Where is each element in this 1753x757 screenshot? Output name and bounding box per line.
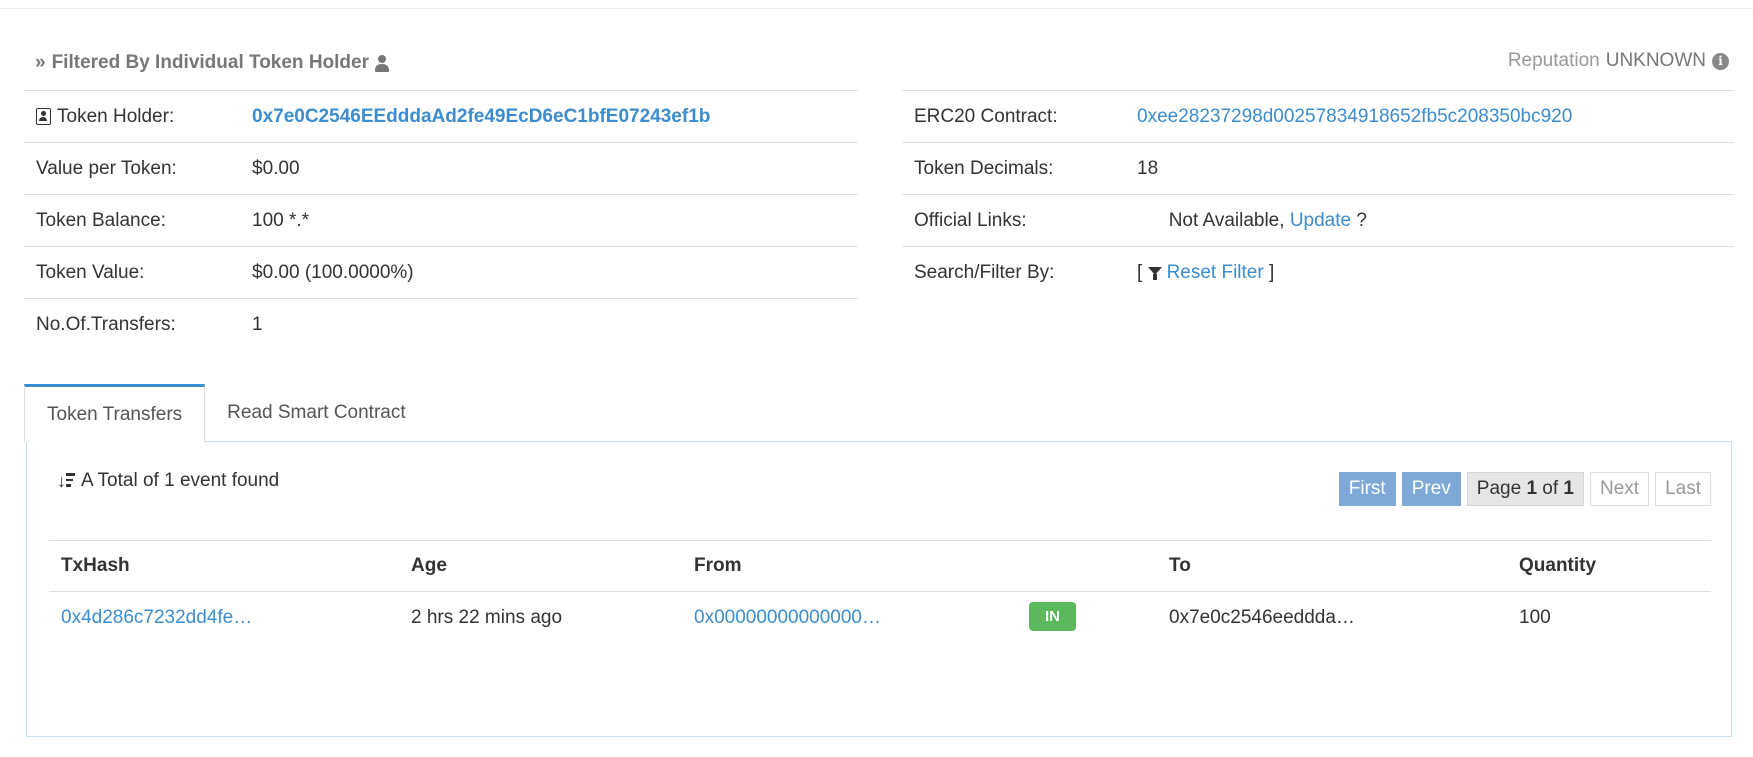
erc20-contract-link[interactable]: 0xee28237298d00257834918652fb5c208350bc9… xyxy=(1137,106,1572,128)
token-holder-address-link[interactable]: 0x7e0C2546EEdddaAd2fe49EcD6eC1bfE07243ef… xyxy=(252,106,710,128)
token-value-value: $0.00 (100.0000%) xyxy=(252,261,414,283)
token-decimals-label: Token Decimals: xyxy=(914,157,1054,179)
page-total: 1 xyxy=(1563,478,1574,499)
search-filter-label: Search/Filter By: xyxy=(914,261,1055,283)
reputation-label: Reputation xyxy=(1507,50,1600,71)
token-value-row: Token Value: $0.00 (100.0000%) xyxy=(24,246,858,298)
filter-heading: » Filtered By Individual Token Holder xyxy=(35,52,389,74)
token-decimals-row: Token Decimals: 18 xyxy=(902,142,1734,194)
contract-summary: ERC20 Contract: 0xee28237298d00257834918… xyxy=(902,90,1734,298)
transfers-count-label: No.Of.Transfers: xyxy=(36,313,176,335)
token-balance-label: Token Balance: xyxy=(36,209,166,231)
last-page-button[interactable]: Last xyxy=(1655,472,1711,506)
token-holder-row: Token Holder: 0x7e0C2546EEdddaAd2fe49EcD… xyxy=(24,90,858,142)
reputation-value: UNKNOWN xyxy=(1605,50,1706,71)
transfers-table: TxHash Age From To Quantity 0x4d286c7232… xyxy=(49,540,1711,644)
first-page-button[interactable]: First xyxy=(1338,472,1396,506)
bracket-open: [ xyxy=(1137,261,1148,283)
tab-bar: Token Transfers Read Smart Contract xyxy=(24,384,428,442)
erc20-contract-row: ERC20 Contract: 0xee28237298d00257834918… xyxy=(902,90,1734,142)
update-link[interactable]: Update xyxy=(1290,210,1351,231)
table-header: TxHash Age From To Quantity xyxy=(49,540,1711,592)
filter-icon xyxy=(1147,266,1162,280)
page-prefix: Page xyxy=(1476,478,1527,499)
official-links-row: Official Links: Not Available, Update ? xyxy=(902,194,1734,246)
pagination: First Prev Page 1 of 1 Next Last xyxy=(1338,472,1711,506)
top-divider xyxy=(0,0,1753,9)
col-from: From xyxy=(694,555,742,576)
col-txhash: TxHash xyxy=(61,555,130,576)
next-page-button[interactable]: Next xyxy=(1590,472,1650,506)
value-per-token-value: $0.00 xyxy=(252,157,300,179)
transfers-count-value: 1 xyxy=(252,313,263,335)
token-value-label: Token Value: xyxy=(36,261,145,283)
prev-page-button[interactable]: Prev xyxy=(1401,472,1461,506)
double-chevron-right-icon: » xyxy=(35,52,46,73)
col-quantity: Quantity xyxy=(1519,555,1597,576)
col-age: Age xyxy=(411,555,447,576)
official-links-help[interactable]: ? xyxy=(1351,210,1367,231)
quantity-cell: 100 xyxy=(1519,607,1551,628)
filter-heading-text: Filtered By Individual Token Holder xyxy=(51,52,369,73)
reputation: Reputation UNKNOWN i xyxy=(1508,50,1729,72)
official-links-status: Not Available, xyxy=(1168,209,1290,231)
sort-amount-desc-icon: ↓ xyxy=(55,471,75,491)
total-events: ↓ A Total of 1 event found xyxy=(55,470,279,492)
reset-filter-link[interactable]: Reset Filter xyxy=(1167,262,1264,284)
token-holder-label: Token Holder: xyxy=(57,105,175,127)
age-cell: 2 hrs 22 mins ago xyxy=(411,607,563,628)
user-icon xyxy=(375,54,389,72)
value-per-token-label: Value per Token: xyxy=(36,157,177,179)
value-per-token-row: Value per Token: $0.00 xyxy=(24,142,858,194)
direction-badge: IN xyxy=(1029,602,1076,631)
bracket-close: ] xyxy=(1263,261,1275,283)
total-events-text: A Total of 1 event found xyxy=(81,470,280,491)
tab-read-smart-contract[interactable]: Read Smart Contract xyxy=(205,384,427,442)
from-address-link[interactable]: 0x00000000000000… xyxy=(694,607,881,628)
token-balance-row: Token Balance: 100 *.* xyxy=(24,194,858,246)
to-address-cell: 0x7e0c2546eeddda… xyxy=(1169,607,1355,628)
tab-token-transfers[interactable]: Token Transfers xyxy=(24,384,206,442)
page-current: 1 xyxy=(1526,478,1538,499)
search-filter-row: Search/Filter By: [ Reset Filter ] xyxy=(902,246,1734,298)
page-of: of xyxy=(1537,478,1564,499)
col-to: To xyxy=(1169,555,1191,576)
txhash-link[interactable]: 0x4d286c7232dd4fe… xyxy=(61,607,252,628)
erc20-contract-label: ERC20 Contract: xyxy=(914,105,1058,127)
token-holder-summary: Token Holder: 0x7e0C2546EEdddaAd2fe49EcD… xyxy=(24,90,858,350)
info-icon[interactable]: i xyxy=(1712,52,1729,70)
table-row: 0x4d286c7232dd4fe… 2 hrs 22 mins ago 0x0… xyxy=(49,592,1711,644)
token-decimals-value: 18 xyxy=(1137,157,1159,179)
token-transfers-panel: ↓ A Total of 1 event found First Prev Pa… xyxy=(26,441,1732,737)
page-indicator: Page 1 of 1 xyxy=(1466,472,1584,506)
token-balance-value: 100 *.* xyxy=(252,209,310,231)
transfers-count-row: No.Of.Transfers: 1 xyxy=(24,298,858,350)
official-links-label: Official Links: xyxy=(914,209,1027,231)
address-book-icon xyxy=(36,108,51,125)
